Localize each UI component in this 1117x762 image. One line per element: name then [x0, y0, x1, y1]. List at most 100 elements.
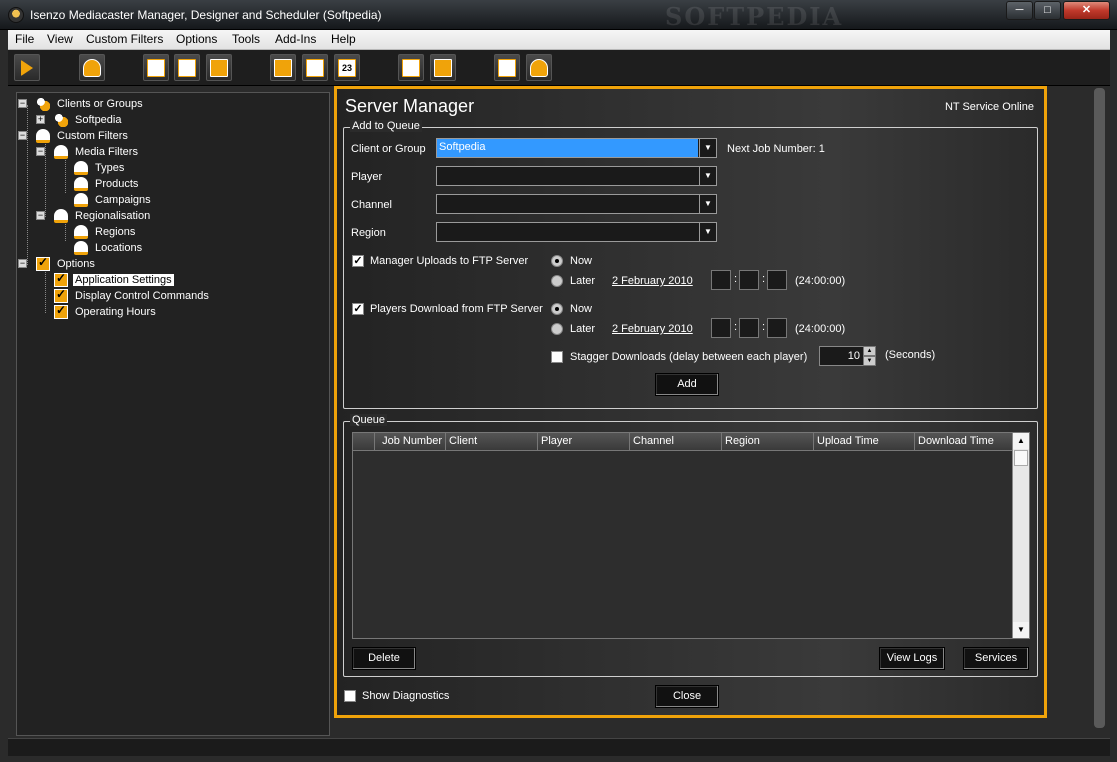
- download-second-input[interactable]: [767, 318, 787, 338]
- menu-options[interactable]: Options: [176, 32, 217, 46]
- upload-second-input[interactable]: [767, 270, 787, 290]
- tree-item-custom-filters[interactable]: − Custom Filters: [18, 128, 130, 144]
- player-value: [437, 167, 698, 185]
- stagger-seconds-input[interactable]: 10: [819, 346, 865, 366]
- scroll-up-icon[interactable]: ▲: [1013, 433, 1029, 449]
- tree-item-locations[interactable]: Locations: [60, 240, 144, 256]
- time-separator: :: [762, 321, 766, 333]
- expand-icon[interactable]: +: [36, 115, 45, 124]
- region-label: Region: [351, 227, 386, 239]
- tree-item-media-filters[interactable]: − Media Filters: [36, 144, 140, 160]
- menu-custom-filters[interactable]: Custom Filters: [86, 32, 163, 46]
- tree-item-softpedia[interactable]: + Softpedia: [36, 112, 123, 128]
- upload-date-picker[interactable]: 2 February 2010: [612, 275, 693, 287]
- tree-item-operating-hours[interactable]: Operating Hours: [40, 303, 158, 320]
- clapperboard-button[interactable]: [143, 54, 169, 81]
- player-select[interactable]: ▼: [436, 166, 717, 186]
- tree-item-display-control-commands[interactable]: Display Control Commands: [40, 287, 211, 304]
- download-hour-input[interactable]: [711, 318, 731, 338]
- tree-item-regionalisation[interactable]: − Regionalisation: [36, 208, 152, 224]
- tree-item-types[interactable]: Types: [60, 160, 126, 176]
- download-minute-input[interactable]: [739, 318, 759, 338]
- collapse-icon[interactable]: −: [36, 147, 45, 156]
- menu-file[interactable]: File: [15, 32, 34, 46]
- channel-value: [437, 195, 698, 213]
- delete-button[interactable]: Delete: [352, 647, 416, 670]
- upload-now-radio[interactable]: [551, 255, 563, 267]
- region-value: [437, 223, 698, 241]
- tree-item-label: Operating Hours: [75, 306, 156, 318]
- minimize-button[interactable]: ─: [1006, 1, 1033, 20]
- services-button[interactable]: Services: [963, 647, 1029, 670]
- channel-select[interactable]: ▼: [436, 194, 717, 214]
- tree-item-application-settings[interactable]: Application Settings: [40, 271, 174, 288]
- maximize-button[interactable]: □: [1034, 1, 1061, 20]
- column-header-region[interactable]: Region: [722, 433, 814, 451]
- report-button[interactable]: [494, 54, 520, 81]
- column-header-select[interactable]: [353, 433, 375, 451]
- close-button[interactable]: Close: [655, 685, 719, 708]
- column-header-channel[interactable]: Channel: [630, 433, 722, 451]
- collapse-icon[interactable]: −: [18, 99, 27, 108]
- upload-later-radio[interactable]: [551, 275, 563, 287]
- column-header-player[interactable]: Player: [538, 433, 630, 451]
- close-window-button[interactable]: ✕: [1063, 1, 1110, 20]
- stagger-checkbox[interactable]: [551, 351, 563, 363]
- film-button[interactable]: [430, 54, 456, 81]
- monitor-icon: [274, 58, 292, 77]
- queue-table[interactable]: Job Number Client Player Channel Region …: [352, 432, 1030, 639]
- collapse-icon[interactable]: −: [18, 259, 27, 268]
- menu-view[interactable]: View: [47, 32, 73, 46]
- chevron-down-icon[interactable]: ▼: [863, 356, 876, 366]
- menu-add-ins[interactable]: Add-Ins: [275, 32, 316, 46]
- chevron-down-icon[interactable]: ▼: [699, 223, 716, 241]
- scroll-thumb[interactable]: [1014, 450, 1028, 466]
- collapse-icon[interactable]: −: [18, 131, 27, 140]
- upload-minute-input[interactable]: [739, 270, 759, 290]
- tree-item-campaigns[interactable]: Campaigns: [60, 192, 153, 208]
- document-button[interactable]: [174, 54, 200, 81]
- upload-hour-input[interactable]: [711, 270, 731, 290]
- tree-item-options[interactable]: − Options: [18, 255, 97, 272]
- menu-tools[interactable]: Tools: [232, 32, 260, 46]
- monitor-button[interactable]: [270, 54, 296, 81]
- layout-button[interactable]: [206, 54, 232, 81]
- tree-item-regions[interactable]: Regions: [60, 224, 137, 240]
- stagger-stepper[interactable]: ▲ ▼: [863, 346, 876, 366]
- window-scrollbar[interactable]: [1092, 86, 1107, 736]
- users-button[interactable]: [79, 54, 105, 81]
- tree-item-label: Campaigns: [95, 194, 151, 206]
- client-select[interactable]: Softpedia ▼: [436, 138, 717, 158]
- download-date-picker[interactable]: 2 February 2010: [612, 323, 693, 335]
- calendar-button[interactable]: 23: [334, 54, 360, 81]
- scroll-down-icon[interactable]: ▼: [1013, 622, 1029, 638]
- add-button[interactable]: Add: [655, 373, 719, 396]
- queue-scrollbar[interactable]: ▲ ▼: [1012, 433, 1029, 638]
- show-diagnostics-checkbox[interactable]: [344, 690, 356, 702]
- hierarchy-button[interactable]: [398, 54, 424, 81]
- column-header-download-time[interactable]: Download Time: [915, 433, 1013, 451]
- download-now-radio[interactable]: [551, 303, 563, 315]
- menu-help[interactable]: Help: [331, 32, 356, 46]
- play-button[interactable]: [14, 54, 40, 81]
- download-checkbox[interactable]: ✓: [352, 303, 364, 315]
- tree-item-clients-or-groups[interactable]: − Clients or Groups: [18, 96, 145, 112]
- tree-item-label: Application Settings: [73, 274, 174, 286]
- collapse-icon[interactable]: −: [36, 211, 45, 220]
- column-header-upload-time[interactable]: Upload Time: [814, 433, 915, 451]
- region-select[interactable]: ▼: [436, 222, 717, 242]
- chevron-down-icon[interactable]: ▼: [699, 167, 716, 185]
- tree-item-products[interactable]: Products: [60, 176, 140, 192]
- chevron-down-icon[interactable]: ▼: [699, 195, 716, 213]
- column-header-job-number[interactable]: Job Number: [375, 433, 446, 451]
- chevron-up-icon[interactable]: ▲: [863, 346, 876, 356]
- link-button[interactable]: [302, 54, 328, 81]
- download-later-radio[interactable]: [551, 323, 563, 335]
- user-lock-icon: [530, 58, 548, 77]
- column-header-client[interactable]: Client: [446, 433, 538, 451]
- user-lock-button[interactable]: [526, 54, 552, 81]
- chevron-down-icon[interactable]: ▼: [699, 139, 716, 157]
- upload-checkbox[interactable]: ✓: [352, 255, 364, 267]
- view-logs-button[interactable]: View Logs: [879, 647, 945, 670]
- scroll-track[interactable]: [1094, 88, 1105, 728]
